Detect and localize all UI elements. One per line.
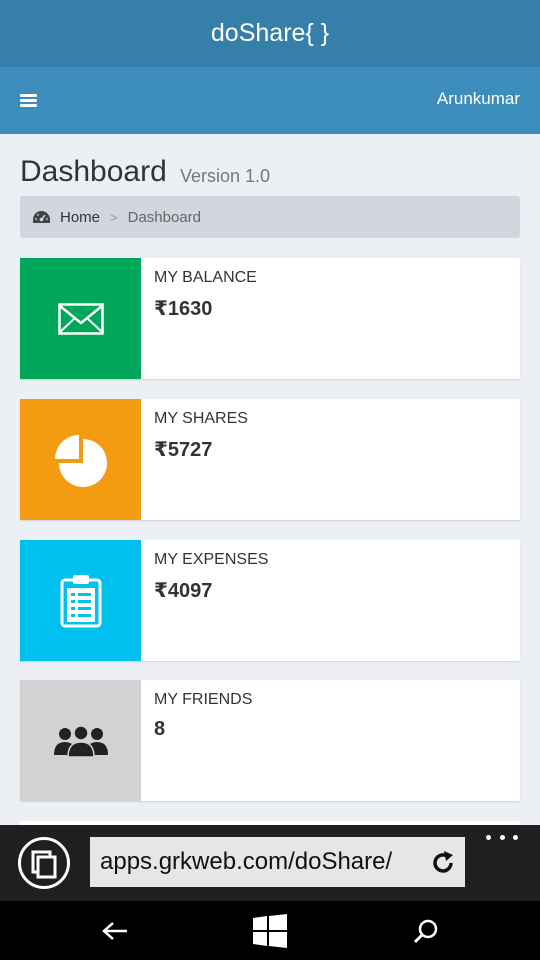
more-icon[interactable] xyxy=(486,835,518,845)
hamburger-icon[interactable] xyxy=(20,94,37,108)
friends-icon-tile xyxy=(20,680,141,801)
browser-address-bar: apps.grkweb.com/doShare/ xyxy=(0,825,540,901)
top-navbar: Arunkumar xyxy=(0,67,540,134)
balance-value: ₹1630 xyxy=(154,298,213,320)
expenses-value: ₹4097 xyxy=(154,580,213,602)
expenses-icon-tile xyxy=(20,540,141,661)
app-title: doShare{ } xyxy=(210,19,330,47)
windows-logo-icon[interactable] xyxy=(252,913,288,949)
page-title: Dashboard xyxy=(20,155,167,188)
balance-info-box[interactable]: MY BALANCE ₹1630 xyxy=(20,258,520,379)
envelope-icon xyxy=(57,302,104,335)
page-version: Version 1.0 xyxy=(180,166,271,186)
breadcrumb-home-link[interactable]: Home xyxy=(60,209,100,226)
back-arrow-icon[interactable] xyxy=(97,913,133,949)
url-text: apps.grkweb.com/doShare/ xyxy=(100,848,393,875)
expenses-label: MY EXPENSES xyxy=(154,551,269,568)
tabs-icon[interactable] xyxy=(18,837,70,889)
breadcrumb-current: Dashboard xyxy=(127,208,201,226)
shares-label: MY SHARES xyxy=(154,410,248,427)
balance-icon-tile xyxy=(20,258,141,379)
user-menu[interactable]: Arunkumar xyxy=(437,89,520,109)
breadcrumb-separator: > xyxy=(110,209,118,225)
clipboard-icon xyxy=(60,574,101,627)
search-icon[interactable] xyxy=(408,913,444,949)
friends-value: 8 xyxy=(154,718,166,740)
shares-value: ₹5727 xyxy=(154,439,213,461)
balance-label: MY BALANCE xyxy=(154,269,257,286)
app-title-bar: doShare{ } xyxy=(0,0,540,67)
users-icon xyxy=(53,724,108,757)
dashboard-icon xyxy=(33,211,50,223)
pie-chart-icon xyxy=(54,434,107,487)
friends-info-box[interactable]: MY FRIENDS 8 xyxy=(20,680,520,801)
shares-info-box[interactable]: MY SHARES ₹5727 xyxy=(20,399,520,520)
shares-icon-tile xyxy=(20,399,141,520)
breadcrumb: Home > Dashboard xyxy=(20,196,520,238)
url-field[interactable]: apps.grkweb.com/doShare/ xyxy=(90,837,465,887)
expenses-info-box[interactable]: MY EXPENSES ₹4097 xyxy=(20,540,520,661)
reload-icon[interactable] xyxy=(429,849,457,877)
system-navigation-bar xyxy=(0,901,540,960)
friends-label: MY FRIENDS xyxy=(154,691,253,708)
